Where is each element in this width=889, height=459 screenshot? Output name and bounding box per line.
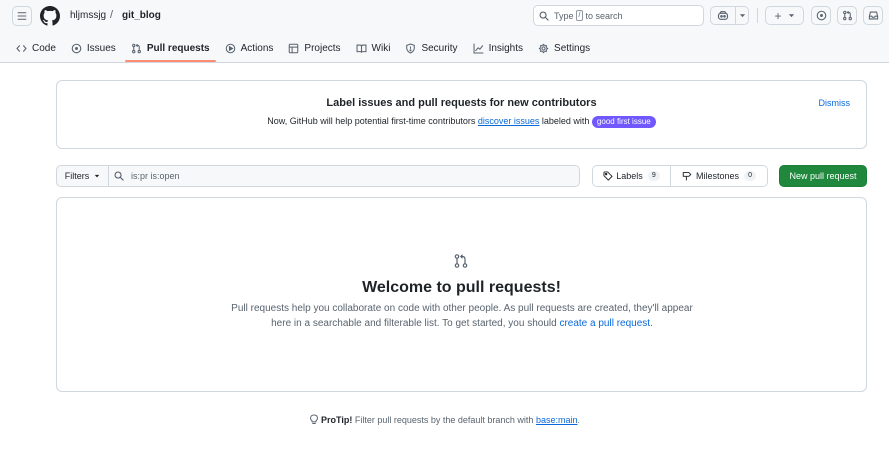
banner-text-after: labeled with [539,116,592,126]
app-header: hljmssjg / git_blog Type / to search + C… [0,0,889,63]
tab-code[interactable]: Code [10,38,62,58]
play-icon [225,43,236,54]
create-pull-request-link[interactable]: create a pull request [559,318,650,329]
copilot-icon [717,11,729,20]
blankslate-title: Welcome to pull requests! [362,279,561,296]
hamburger-icon [17,12,27,20]
filter-search-input[interactable]: is:pr is:open [108,165,580,187]
code-icon [16,43,27,54]
protip: ProTip! Filter pull requests by the defa… [0,414,889,427]
tab-label: Security [421,42,458,54]
tab-wiki[interactable]: Wiki [350,38,397,58]
contributors-banner: Label issues and pull requests for new c… [56,80,867,149]
issue-opened-icon [71,43,82,54]
search-input[interactable]: Type / to search [533,5,704,26]
tab-issues[interactable]: Issues [65,38,122,58]
graph-icon [473,43,484,54]
tab-label: Code [32,42,56,54]
table-icon [288,43,299,54]
inbox-icon [868,11,878,20]
caret-down-icon [739,14,745,18]
tab-label: Projects [304,42,341,54]
tab-label: Issues [86,42,116,54]
git-pull-request-icon [842,10,852,21]
labels-label: Labels [616,171,643,181]
milestone-icon [682,172,692,181]
copilot-dropdown-button[interactable] [735,6,749,25]
blankslate-text: Pull requests help you collaborate on co… [227,301,697,331]
issue-opened-icon [816,10,826,21]
dismiss-button[interactable]: Dismiss [819,98,851,108]
menu-button[interactable] [12,6,32,26]
pull-requests-blankslate: Welcome to pull requests! Pull requests … [56,197,867,392]
tab-label: Pull requests [146,42,210,54]
labels-count: 9 [647,171,660,181]
labels-button[interactable]: Labels 9 [592,165,671,187]
tab-pull-requests[interactable]: Pull requests [124,38,216,62]
tab-insights[interactable]: Insights [467,38,529,58]
banner-title: Label issues and pull requests for new c… [326,97,597,109]
caret-down-icon [788,14,794,18]
github-logo-icon[interactable] [40,6,60,26]
gear-icon [538,43,549,54]
tab-projects[interactable]: Projects [282,38,346,58]
protip-text: Filter pull requests by the default bran… [352,415,536,425]
milestones-count: 0 [744,171,756,181]
your-pull-requests-button[interactable] [837,6,857,25]
tab-security[interactable]: Security [399,38,463,58]
book-icon [356,43,367,54]
search-shortcut-key: / [575,10,584,21]
tab-actions[interactable]: Actions [219,38,280,58]
search-icon [539,10,549,21]
search-suffix: to search [585,10,623,21]
breadcrumb-repo[interactable]: git_blog [122,10,161,21]
caret-down-icon [95,174,100,178]
search-prefix: Type [554,10,574,21]
base-main-link[interactable]: base:main [536,415,578,425]
copilot-button[interactable] [710,6,736,25]
create-new-button[interactable]: + [765,6,804,25]
plus-icon: + [774,8,782,23]
breadcrumb-owner[interactable]: hljmssjg [70,10,106,21]
git-pull-request-icon [131,43,142,54]
tab-label: Settings [554,42,591,54]
tab-label: Insights [488,42,524,54]
protip-end: . [577,415,580,425]
repo-nav: Code Issues Pull requests Actions Projec… [10,38,599,62]
tab-settings[interactable]: Settings [532,38,596,58]
light-bulb-icon [309,414,319,427]
breadcrumb-separator: / [110,9,114,21]
filters-button[interactable]: Filters [56,165,109,187]
header-divider [757,8,758,23]
git-pull-request-icon [454,254,468,268]
search-icon [114,171,124,181]
shield-icon [405,42,416,54]
tab-label: Actions [240,42,274,54]
milestones-button[interactable]: Milestones 0 [670,165,768,187]
new-pull-request-label: New pull request [789,171,857,181]
protip-label: ProTip! [321,415,353,425]
new-pull-request-button[interactable]: New pull request [779,165,867,187]
milestones-label: Milestones [696,171,740,181]
good-first-issue-label[interactable]: good first issue [591,116,656,128]
tag-icon [603,171,614,181]
filter-query: is:pr is:open [131,171,180,181]
blankslate-text-end: . [650,318,653,329]
inbox-button[interactable] [863,6,883,25]
banner-text: Now, GitHub will help potential first-ti… [57,116,866,128]
discover-issues-link[interactable]: discover issues [478,116,540,126]
your-issues-button[interactable] [811,6,831,25]
tab-label: Wiki [371,42,391,54]
banner-text-before: Now, GitHub will help potential first-ti… [267,116,478,126]
filters-label: Filters [64,171,90,181]
